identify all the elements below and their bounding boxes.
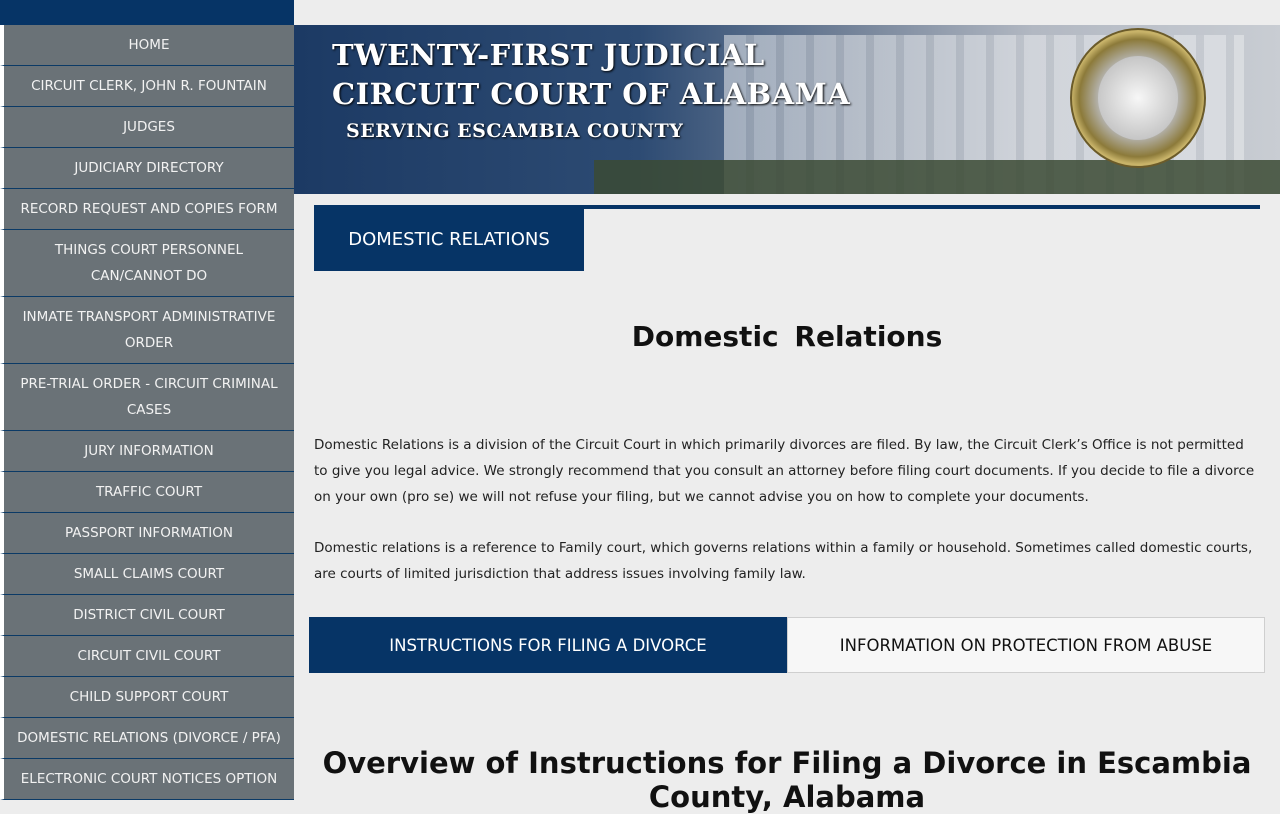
sidebar-item-traffic-court[interactable]: TRAFFIC COURT bbox=[0, 472, 294, 513]
sidebar-header-bar bbox=[0, 0, 294, 25]
banner-title-line1: TWENTY-FIRST JUDICIAL bbox=[332, 38, 765, 72]
sidebar-item-passport-information[interactable]: PASSPORT INFORMATION bbox=[0, 513, 294, 554]
tab-instructions-filing-divorce[interactable]: INSTRUCTIONS FOR FILING A DIVORCE bbox=[309, 617, 787, 673]
page-title: Domestic Relations bbox=[631, 320, 943, 353]
sidebar-item-record-request[interactable]: RECORD REQUEST AND COPIES FORM bbox=[0, 189, 294, 230]
seal-center bbox=[1098, 56, 1178, 140]
banner-shrubs bbox=[594, 160, 1280, 194]
sidebar-item-electronic-notices[interactable]: ELECTRONIC COURT NOTICES OPTION bbox=[0, 759, 294, 800]
banner-title-line2: CIRCUIT COURT OF ALABAMA bbox=[332, 77, 851, 111]
sidebar-item-district-civil[interactable]: DISTRICT CIVIL COURT bbox=[0, 595, 294, 636]
banner-subtitle: SERVING ESCAMBIA COUNTY bbox=[346, 120, 684, 142]
sidebar-nav: HOME CIRCUIT CLERK, JOHN R. FOUNTAIN JUD… bbox=[0, 0, 294, 800]
site-banner: TWENTY-FIRST JUDICIAL CIRCUIT COURT OF A… bbox=[294, 25, 1280, 194]
sidebar-item-jury-information[interactable]: JURY INFORMATION bbox=[0, 431, 294, 472]
section-tab-domestic-relations: DOMESTIC RELATIONS bbox=[314, 207, 584, 271]
sidebar-item-court-personnel[interactable]: THINGS COURT PERSONNEL CAN/CANNOT DO bbox=[0, 230, 294, 297]
tab-protection-from-abuse[interactable]: INFORMATION ON PROTECTION FROM ABUSE bbox=[787, 617, 1265, 673]
sidebar-item-child-support[interactable]: CHILD SUPPORT COURT bbox=[0, 677, 294, 718]
sidebar-item-judiciary-directory[interactable]: JUDICIARY DIRECTORY bbox=[0, 148, 294, 189]
definition-paragraph: Domestic relations is a reference to Fam… bbox=[314, 540, 1253, 582]
sidebar-item-small-claims[interactable]: SMALL CLAIMS COURT bbox=[0, 554, 294, 595]
sidebar-item-judges[interactable]: JUDGES bbox=[0, 107, 294, 148]
sidebar-item-domestic-relations[interactable]: DOMESTIC RELATIONS (DIVORCE / PFA) bbox=[0, 718, 294, 759]
intro-paragraph: Domestic Relations is a division of the … bbox=[314, 437, 1255, 505]
overview-heading: Overview of Instructions for Filing a Di… bbox=[322, 746, 1252, 814]
unified-judicial-system-seal-icon bbox=[1070, 28, 1206, 168]
sidebar-item-circuit-civil[interactable]: CIRCUIT CIVIL COURT bbox=[0, 636, 294, 677]
sidebar-item-pre-trial-order[interactable]: PRE-TRIAL ORDER - CIRCUIT CRIMINAL CASES bbox=[0, 364, 294, 431]
sidebar-item-home[interactable]: HOME bbox=[0, 25, 294, 66]
main-content: DOMESTIC RELATIONS Domestic Relations Do… bbox=[309, 194, 1265, 814]
sidebar-item-circuit-clerk[interactable]: CIRCUIT CLERK, JOHN R. FOUNTAIN bbox=[0, 66, 294, 107]
sidebar-item-inmate-transport[interactable]: INMATE TRANSPORT ADMINISTRATIVE ORDER bbox=[0, 297, 294, 364]
